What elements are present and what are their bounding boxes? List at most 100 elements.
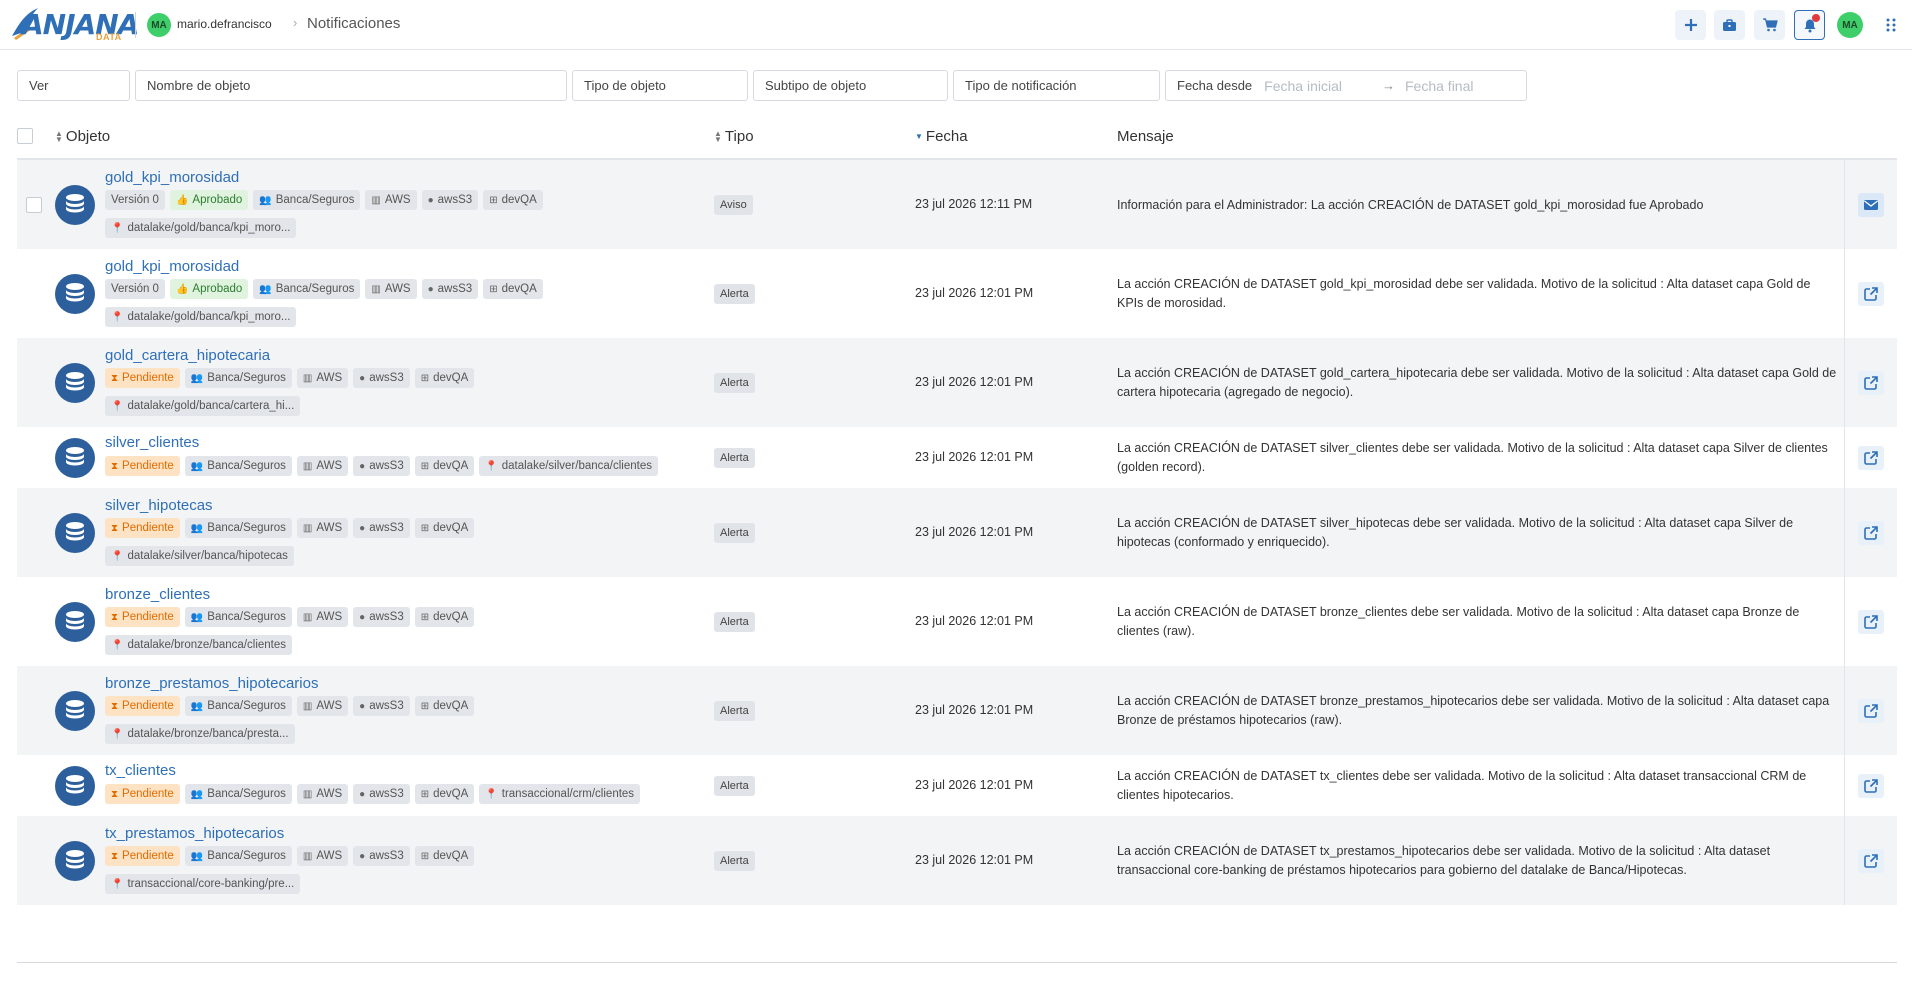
- users-icon: 👥: [190, 700, 204, 712]
- path-chip-label: datalake/gold/banca/kpi_moro...: [127, 222, 291, 234]
- column-fecha[interactable]: ▼ Fecha: [915, 128, 968, 145]
- notification-message: La acción CREACIÓN de DATASET silver_cli…: [1117, 440, 1828, 474]
- database-icon: [55, 840, 95, 881]
- notification-date: 23 jul 2026 12:01 PM: [915, 613, 1034, 628]
- database-icon: [55, 690, 95, 731]
- tag-chip: ▥ AWS: [365, 279, 417, 299]
- object-name-link[interactable]: tx_clientes: [105, 762, 176, 779]
- tag-chip: ⊞ devQA: [483, 190, 543, 210]
- building-icon: ▥: [302, 700, 313, 712]
- envelope-icon: [1864, 199, 1878, 210]
- start-date-input[interactable]: Fecha inicial: [1264, 78, 1342, 94]
- date-range-filter[interactable]: Fecha desde Fecha inicial → Fecha final: [1165, 70, 1527, 101]
- tag-chip: ● awsS3: [353, 784, 410, 804]
- table-row[interactable]: gold_kpi_morosidad Versión 0 👍 Aprobado 👥 Ban…: [17, 160, 1897, 249]
- notifications-button[interactable]: [1794, 10, 1825, 40]
- bulb-icon: ●: [427, 194, 434, 206]
- tag-chip-label: awsS3: [369, 522, 404, 534]
- table-row[interactable]: tx_prestamos_hipotecarios ⧗ Pendiente 👥 Banc…: [17, 816, 1897, 905]
- location-pin-icon: 📍: [111, 728, 124, 740]
- tag-chip: ⧗ Pendiente: [105, 846, 180, 866]
- tag-chip-label: devQA: [433, 700, 469, 712]
- select-all-checkbox[interactable]: [17, 128, 33, 144]
- path-chip-label: datalake/gold/banca/cartera_hi...: [127, 400, 295, 412]
- column-objeto[interactable]: ▲ ▼ Objeto: [55, 128, 110, 145]
- profile-avatar[interactable]: MA: [1837, 12, 1863, 38]
- anjana-logo[interactable]: ANJANA DATA: [10, 4, 139, 44]
- object-tags: ⧗ Pendiente 👥 Banca/Seguros ▥ AWS ● awsS3 ⊞ devQA: [105, 846, 475, 866]
- grid-icon: [1886, 18, 1895, 32]
- mark-read-button[interactable]: [1858, 192, 1884, 217]
- breadcrumb-separator-icon: ›: [293, 15, 298, 30]
- ver-filter[interactable]: Ver: [17, 70, 130, 101]
- object-name-link[interactable]: silver_clientes: [105, 434, 199, 451]
- object-name-link[interactable]: gold_cartera_hipotecaria: [105, 347, 270, 364]
- object-name-link[interactable]: silver_hipotecas: [105, 497, 213, 514]
- column-tipo[interactable]: ▲ ▼ Tipo: [714, 128, 754, 145]
- end-date-input[interactable]: Fecha final: [1405, 78, 1473, 94]
- tag-chip: 👥 Banca/Seguros: [184, 518, 292, 538]
- cart-button[interactable]: [1754, 10, 1785, 40]
- open-object-button[interactable]: [1858, 445, 1884, 470]
- tag-chip-label: Pendiente: [122, 700, 174, 712]
- tag-chip: 👥 Banca/Seguros: [184, 456, 292, 476]
- row-actions: [1844, 488, 1897, 577]
- notification-message: Información para el Administrador: La ac…: [1117, 197, 1704, 212]
- hourglass-icon: ⧗: [111, 700, 119, 712]
- table-row[interactable]: gold_kpi_morosidad Versión 0 👍 Aprobado 👥 Ban…: [17, 249, 1897, 338]
- sitemap-icon: ⊞: [489, 194, 498, 206]
- tag-chip-label: devQA: [433, 850, 469, 862]
- open-object-button[interactable]: [1858, 848, 1884, 873]
- location-pin-icon: 📍: [111, 550, 124, 562]
- table-row[interactable]: silver_hipotecas ⧗ Pendiente 👥 Banca/Seguros…: [17, 488, 1897, 577]
- object-subtype-filter[interactable]: Subtipo de objeto: [753, 70, 948, 101]
- hourglass-icon: ⧗: [111, 460, 119, 472]
- open-object-button[interactable]: [1858, 609, 1884, 634]
- notification-type-filter[interactable]: Tipo de notificación: [953, 70, 1160, 101]
- bulb-icon: ●: [359, 700, 366, 712]
- database-icon: [55, 273, 95, 314]
- open-object-button[interactable]: [1858, 773, 1884, 798]
- column-mensaje-label: Mensaje: [1117, 128, 1174, 145]
- object-name-link[interactable]: gold_kpi_morosidad: [105, 258, 239, 275]
- thumbs-up-icon: 👍: [175, 283, 189, 295]
- user-avatar[interactable]: MA: [147, 13, 171, 37]
- tag-chip: ▥ AWS: [296, 607, 349, 627]
- logo-subtext: DATA: [96, 32, 122, 42]
- open-object-button[interactable]: [1858, 281, 1884, 306]
- tag-chip-label: awsS3: [369, 460, 404, 472]
- tag-chip-label: Banca/Seguros: [207, 850, 286, 862]
- open-object-button[interactable]: [1858, 698, 1884, 723]
- apps-menu-button[interactable]: [1875, 10, 1906, 40]
- external-link-icon: [1864, 450, 1878, 465]
- table-row[interactable]: bronze_prestamos_hipotecarios ⧗ Pendiente 👥…: [17, 666, 1897, 755]
- hourglass-icon: ⧗: [111, 522, 119, 534]
- add-button[interactable]: [1675, 10, 1706, 40]
- notification-message: La acción CREACIÓN de DATASET gold_kpi_m…: [1117, 276, 1811, 310]
- object-name-link[interactable]: gold_kpi_morosidad: [105, 169, 239, 186]
- tag-chip: 👥 Banca/Seguros: [184, 368, 292, 388]
- tag-chip-label: Pendiente: [122, 372, 174, 384]
- table-row[interactable]: gold_cartera_hipotecaria ⧗ Pendiente 👥 Banca…: [17, 338, 1897, 427]
- object-name-link[interactable]: bronze_prestamos_hipotecarios: [105, 675, 318, 692]
- object-name-link[interactable]: tx_prestamos_hipotecarios: [105, 825, 284, 842]
- external-link-icon: [1864, 525, 1878, 540]
- table-row[interactable]: bronze_clientes ⧗ Pendiente 👥 Banca/Seguros ▥…: [17, 577, 1897, 666]
- open-object-button[interactable]: [1858, 520, 1884, 545]
- row-checkbox[interactable]: [26, 196, 42, 213]
- tag-chip-label: Banca/Seguros: [207, 522, 286, 534]
- location-pin-icon: 📍: [111, 311, 124, 323]
- object-name-filter[interactable]: Nombre de objeto: [135, 70, 567, 101]
- tag-chip: ▥ AWS: [296, 368, 349, 388]
- user-name[interactable]: mario.defrancisco: [177, 17, 272, 31]
- open-object-button[interactable]: [1858, 370, 1884, 395]
- external-link-icon: [1864, 703, 1878, 718]
- tag-chip-label: awsS3: [437, 194, 473, 206]
- type-badge: Alerta: [714, 775, 755, 796]
- briefcase-button[interactable]: [1714, 10, 1745, 40]
- object-name-link[interactable]: bronze_clientes: [105, 586, 210, 603]
- table-row[interactable]: tx_clientes ⧗ Pendiente 👥 Banca/Seguros ▥ AWS ●…: [17, 755, 1897, 816]
- table-row[interactable]: silver_clientes ⧗ Pendiente 👥 Banca/Seguros ▥…: [17, 427, 1897, 488]
- object-type-filter[interactable]: Tipo de objeto: [572, 70, 748, 101]
- tag-chip-label: awsS3: [437, 283, 473, 295]
